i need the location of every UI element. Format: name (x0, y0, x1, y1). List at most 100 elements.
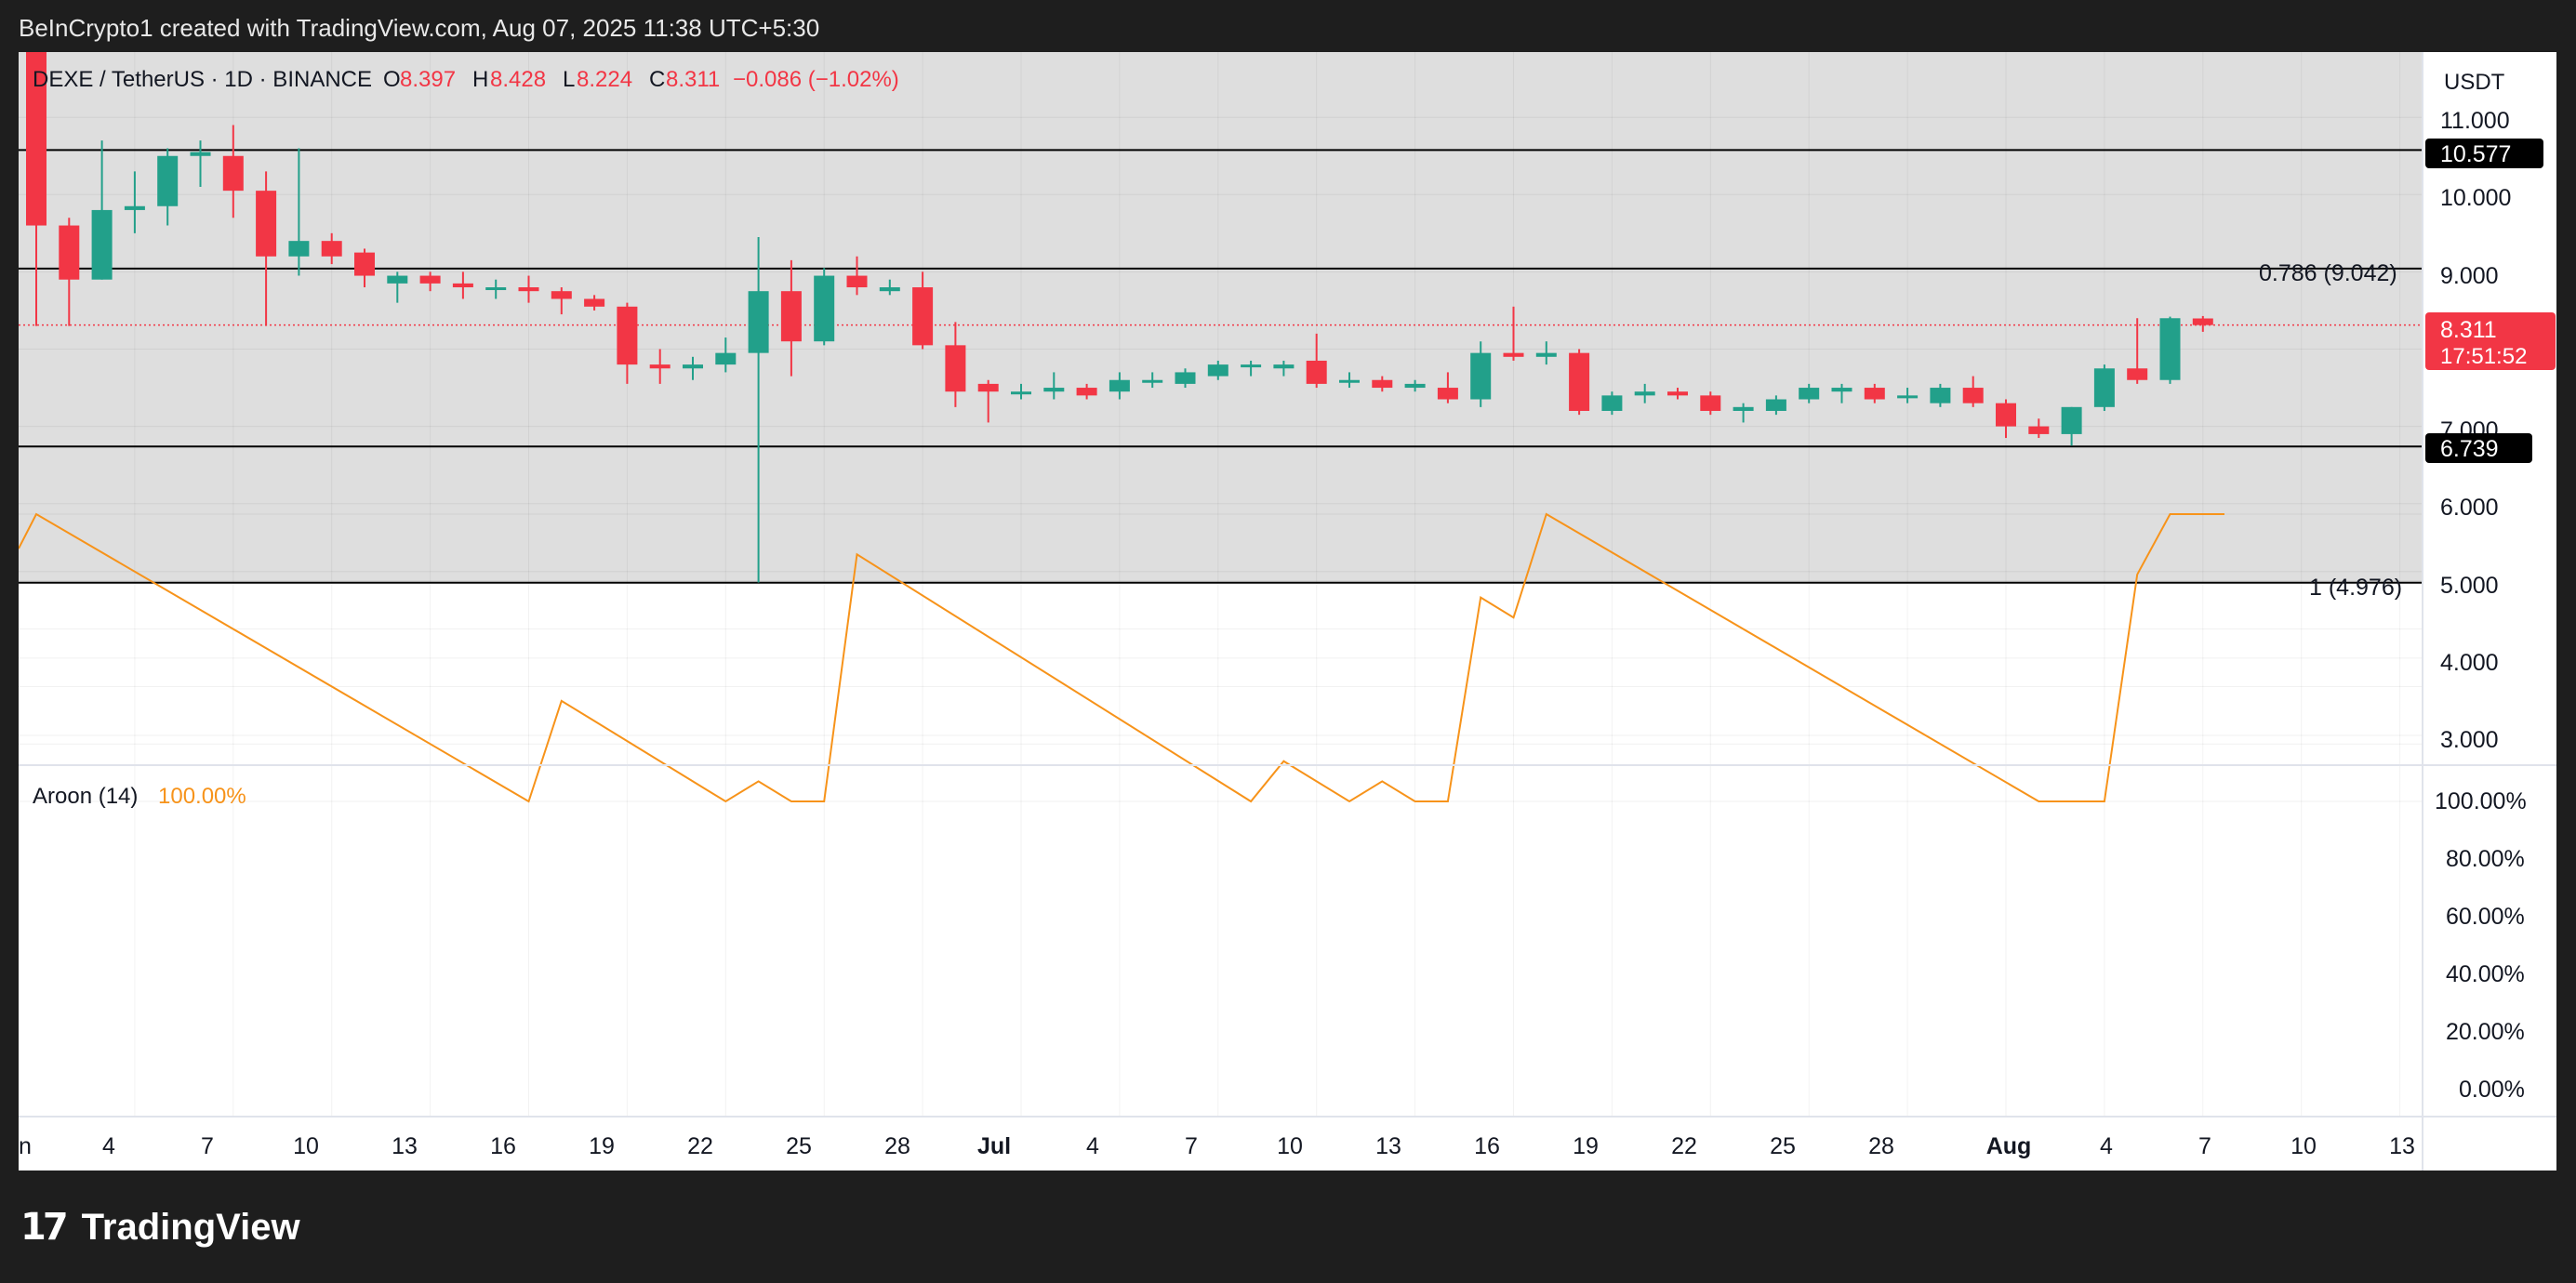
candle-body (1241, 364, 1262, 368)
candle-body (814, 275, 835, 342)
legend-low-value: 8.224 (577, 67, 632, 92)
candle-body (1437, 388, 1458, 400)
upper-level-tag-text: 10.577 (2440, 141, 2511, 167)
candle-body (256, 191, 277, 257)
candle-body (1667, 391, 1688, 396)
candle-body (321, 241, 342, 257)
price-tick: 10.000 (2440, 185, 2511, 211)
time-label: 22 (687, 1133, 713, 1159)
candle-body (1897, 395, 1919, 399)
chart-canvas[interactable]: DEXE / TetherUS · 1D · BINANCE O 8.397 H… (19, 52, 2556, 1171)
candle-body (748, 291, 769, 353)
tradingview-logo[interactable]: 17 TradingView (20, 1204, 300, 1250)
price-tick: 11.000 (2440, 108, 2510, 134)
candle-body (2159, 318, 2181, 380)
candle-body (1043, 388, 1065, 392)
time-label: 25 (1770, 1133, 1796, 1159)
legend-close-label: C (649, 67, 665, 92)
time-label: 13 (1375, 1133, 1401, 1159)
candle-body (1306, 360, 1327, 384)
aroon-legend-value: 100.00% (158, 784, 246, 809)
legend-change: −0.086 (−1.02%) (733, 67, 899, 92)
time-label: 28 (884, 1133, 910, 1159)
candle-body (354, 252, 375, 276)
range-zone (19, 52, 2423, 583)
candle-body (1765, 399, 1786, 411)
price-tick: 9.000 (2440, 263, 2499, 289)
candle-body (1207, 364, 1228, 377)
candle-body (157, 155, 179, 206)
price-axis-currency[interactable]: USDT (2444, 70, 2505, 95)
tradingview-logo-icon: 17 (20, 1206, 69, 1249)
aroon-tick: 40.00% (2446, 961, 2525, 987)
legend-symbol[interactable]: DEXE / TetherUS · 1D · BINANCE (33, 67, 372, 92)
candle-body (945, 345, 966, 392)
time-label: 10 (293, 1133, 319, 1159)
candle-body (387, 275, 408, 284)
time-label: 13 (2389, 1133, 2415, 1159)
candle-body (452, 283, 473, 288)
time-label: 7 (1185, 1133, 1198, 1159)
candle-body (1142, 379, 1163, 383)
time-label: 19 (1573, 1133, 1599, 1159)
price-tick: 3.000 (2440, 727, 2499, 753)
time-axis[interactable]: n 4 7 10 13 16 19 22 25 28 Jul 4 7 10 13… (19, 1133, 2415, 1159)
time-label: 10 (2291, 1133, 2317, 1159)
candle-body (912, 287, 934, 346)
last-price-value: 8.311 (2440, 317, 2497, 343)
last-price-countdown: 17:51:52 (2440, 344, 2527, 369)
time-label: 7 (201, 1133, 214, 1159)
candle-body (1273, 364, 1295, 369)
candle-body (1864, 388, 1885, 400)
legend-high-label: H (472, 67, 488, 92)
chart-panel[interactable]: DEXE / TetherUS · 1D · BINANCE O 8.397 H… (19, 52, 2556, 1171)
time-label: 13 (392, 1133, 418, 1159)
aroon-legend-label[interactable]: Aroon (14) (33, 784, 138, 809)
candle-body (1930, 388, 1951, 403)
aroon-tick: 100.00% (2435, 788, 2527, 814)
candle-body (846, 275, 868, 288)
candle-body (1535, 352, 1557, 357)
time-label: 28 (1868, 1133, 1894, 1159)
aroon-tick: 60.00% (2446, 904, 2525, 930)
legend-low-label: L (563, 67, 575, 92)
candle-body (1011, 391, 1031, 395)
candle-body (649, 364, 671, 369)
lower-level-tag-text: 6.739 (2440, 436, 2499, 462)
candle-body (1831, 388, 1852, 392)
attribution-bar: BeInCrypto1 created with TradingView.com… (0, 0, 2576, 52)
candle-body (2192, 318, 2213, 325)
candle-body (1799, 388, 1820, 400)
time-label-month: Jul (977, 1133, 1011, 1159)
candle-body (419, 275, 441, 284)
tradingview-logo-text: TradingView (81, 1206, 300, 1248)
candle-body (715, 352, 737, 365)
time-label: 10 (1277, 1133, 1303, 1159)
candle-body (683, 364, 703, 369)
candle-body (1996, 403, 2016, 427)
candle-body (518, 287, 539, 292)
candle-body (1700, 395, 1721, 411)
candle-body (190, 152, 211, 156)
aroon-tick: 20.00% (2446, 1019, 2525, 1045)
time-label: 4 (1086, 1133, 1099, 1159)
candle-body (1372, 379, 1393, 389)
candle-body (1962, 388, 1984, 403)
price-tick: 6.000 (2440, 495, 2499, 521)
candle-body (91, 209, 113, 280)
candle-body (222, 155, 244, 192)
candle-body (1634, 391, 1655, 396)
price-tick: 5.000 (2440, 573, 2499, 599)
candle-body (780, 291, 802, 342)
candle-body (2093, 368, 2115, 407)
candle-body (1733, 406, 1754, 411)
candle-body (1404, 383, 1426, 389)
candle-body (1109, 379, 1130, 392)
fib-786-label: 0.786 (9.042) (2259, 260, 2397, 286)
candle-body (2028, 426, 2050, 434)
candle-body (1175, 372, 1196, 384)
candle-body (1470, 352, 1492, 400)
time-label: 4 (2100, 1133, 2113, 1159)
time-label: 7 (2198, 1133, 2211, 1159)
candle-body (1503, 352, 1524, 357)
